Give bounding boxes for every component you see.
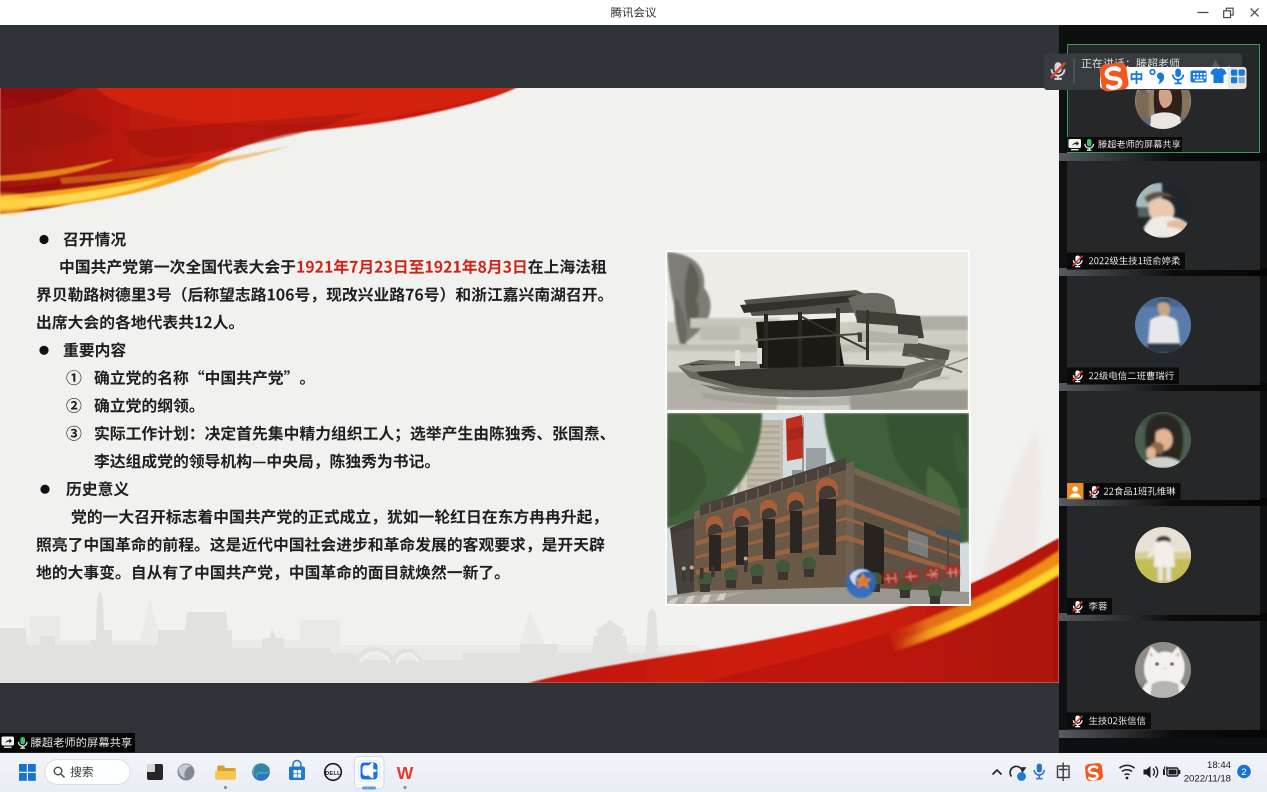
- svg-text:2022/11/18: 2022/11/18: [1184, 774, 1231, 785]
- svg-text:DELL: DELL: [325, 771, 341, 777]
- svg-text:18:44: 18:44: [1207, 760, 1232, 771]
- svg-text:2: 2: [1241, 767, 1246, 778]
- svg-text:W: W: [397, 763, 414, 783]
